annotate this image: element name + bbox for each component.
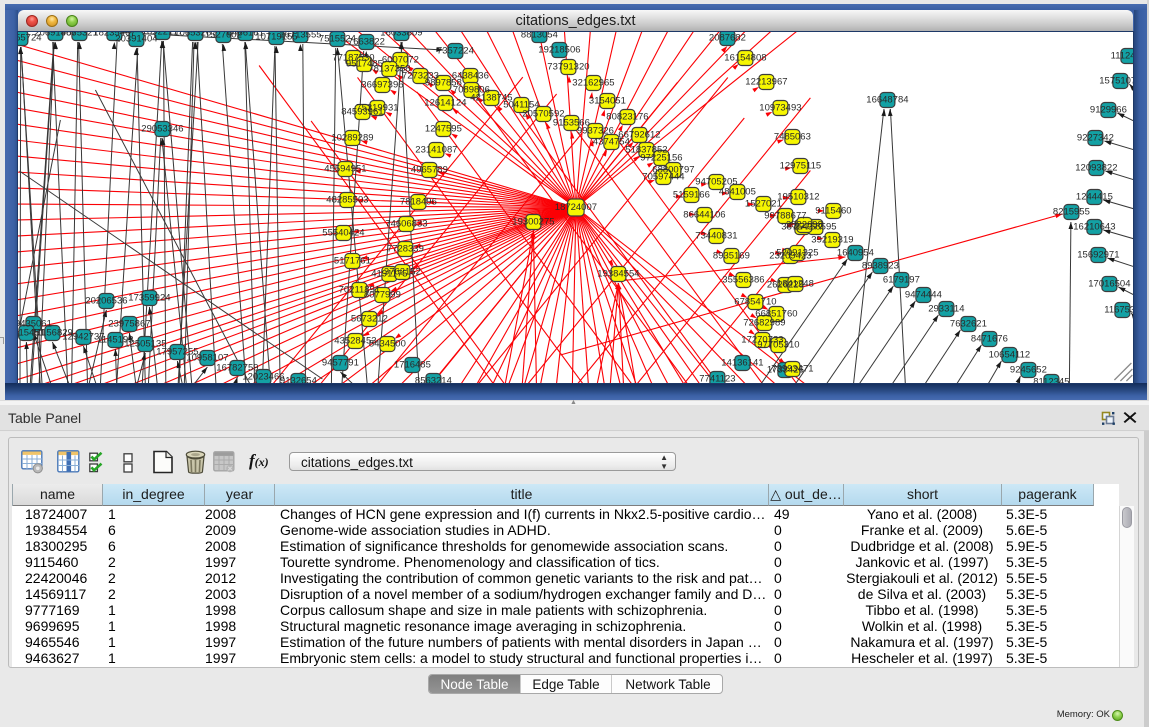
svg-text:97225156: 97225156 xyxy=(640,153,682,164)
svg-text:73440831: 73440831 xyxy=(695,231,737,242)
svg-text:16713555: 16713555 xyxy=(279,32,321,41)
svg-text:16154808: 16154808 xyxy=(724,53,766,64)
svg-text:23975867: 23975867 xyxy=(108,319,150,330)
svg-text:15751074: 15751074 xyxy=(1099,76,1134,87)
svg-text:48285503: 48285503 xyxy=(326,195,368,206)
svg-text:10973493: 10973493 xyxy=(759,103,801,114)
svg-text:5673212: 5673212 xyxy=(351,314,388,325)
svg-text:7485063: 7485063 xyxy=(774,132,811,143)
svg-text:73791320: 73791320 xyxy=(547,62,589,73)
svg-text:97705310: 97705310 xyxy=(757,340,799,351)
svg-text:7357224: 7357224 xyxy=(437,46,474,57)
svg-text:16033809: 16033809 xyxy=(380,32,422,39)
svg-text:3154051: 3154051 xyxy=(589,96,626,107)
svg-text:12213967: 12213967 xyxy=(745,77,787,88)
svg-text:2087682: 2087682 xyxy=(709,33,746,44)
svg-text:8563214: 8563214 xyxy=(415,376,452,383)
svg-text:2933114: 2933114 xyxy=(928,304,964,315)
svg-text:1244415: 1244415 xyxy=(1076,192,1113,203)
svg-text:45594951: 45594951 xyxy=(324,164,366,175)
svg-text:36697396: 36697396 xyxy=(361,80,403,91)
svg-text:74606833: 74606833 xyxy=(385,219,427,230)
svg-text:10654112: 10654112 xyxy=(988,350,1029,361)
svg-text:19218506: 19218506 xyxy=(538,45,580,56)
svg-text:9474444: 9474444 xyxy=(905,290,942,301)
svg-text:12975115: 12975115 xyxy=(779,161,821,172)
svg-text:67854710: 67854710 xyxy=(734,297,776,308)
svg-text:7632621: 7632621 xyxy=(950,319,987,330)
svg-text:29053346: 29053346 xyxy=(141,124,183,135)
svg-text:19510312: 19510312 xyxy=(777,192,819,203)
svg-text:12093822: 12093822 xyxy=(1075,163,1117,174)
svg-text:2022698: 2022698 xyxy=(786,220,823,231)
svg-text:9457791: 9457791 xyxy=(322,358,359,369)
svg-text:17016504: 17016504 xyxy=(1088,279,1130,290)
svg-text:39219319: 39219319 xyxy=(811,235,853,246)
svg-text:5159166: 5159166 xyxy=(673,190,710,201)
svg-text:23141087: 23141087 xyxy=(415,145,457,156)
svg-text:16210643: 16210643 xyxy=(1073,222,1115,233)
svg-text:35556386: 35556386 xyxy=(722,275,764,286)
svg-text:9129966: 9129966 xyxy=(1090,105,1127,116)
svg-text:1112456: 1112456 xyxy=(1110,51,1133,62)
svg-text:1841248: 1841248 xyxy=(777,279,814,290)
svg-text:8813054: 8813054 xyxy=(521,32,558,41)
svg-text:15692971: 15692971 xyxy=(1077,250,1119,261)
svg-text:6179197: 6179197 xyxy=(883,275,920,286)
svg-text:1167534: 1167534 xyxy=(1104,305,1134,316)
svg-text:9227342: 9227342 xyxy=(1077,133,1114,144)
svg-text:86644106: 86644106 xyxy=(683,210,725,221)
svg-text:16648784: 16648784 xyxy=(866,95,908,106)
svg-text:5171761: 5171761 xyxy=(334,256,371,267)
svg-text:4965789: 4965789 xyxy=(411,165,448,176)
svg-text:80823176: 80823176 xyxy=(606,112,648,123)
svg-text:12023466: 12023466 xyxy=(242,372,284,383)
svg-text:9937326: 9937326 xyxy=(577,126,614,137)
svg-text:20206536: 20206536 xyxy=(85,296,127,307)
svg-text:9132654: 9132654 xyxy=(280,376,317,383)
svg-text:1716485: 1716485 xyxy=(394,360,431,371)
svg-text:8215955: 8215955 xyxy=(1053,207,1090,218)
svg-text:75319931: 75319931 xyxy=(356,103,398,114)
svg-text:12614124: 12614124 xyxy=(424,98,466,109)
svg-text:9245652: 9245652 xyxy=(1010,365,1047,376)
svg-text:32162965: 32162965 xyxy=(572,78,614,89)
svg-text:18724007: 18724007 xyxy=(554,202,596,213)
svg-text:8112345: 8112345 xyxy=(1033,377,1069,383)
svg-text:72682989: 72682989 xyxy=(743,318,785,329)
svg-text:8938923: 8938923 xyxy=(862,261,899,272)
svg-text:8077999: 8077999 xyxy=(364,290,401,301)
svg-text:70597444: 70597444 xyxy=(642,172,684,183)
svg-text:52091325: 52091325 xyxy=(776,248,818,259)
svg-text:17359924: 17359924 xyxy=(128,293,170,304)
svg-text:8935169: 8935169 xyxy=(713,251,750,262)
svg-text:8434500: 8434500 xyxy=(369,339,406,350)
svg-text:19384554: 19384554 xyxy=(597,269,639,280)
svg-text:1247595: 1247595 xyxy=(425,124,462,135)
svg-text:1640954: 1640954 xyxy=(837,248,874,259)
svg-text:6438436: 6438436 xyxy=(452,71,489,82)
svg-text:73993471: 73993471 xyxy=(771,364,813,375)
svg-text:7728339: 7728339 xyxy=(387,244,424,255)
svg-text:3762152: 3762152 xyxy=(384,267,421,278)
svg-text:19300275: 19300275 xyxy=(512,217,554,228)
svg-text:14136141: 14136141 xyxy=(721,358,763,369)
svg-text:4841005: 4841005 xyxy=(719,187,756,198)
svg-text:7818496: 7818496 xyxy=(400,197,437,208)
svg-text:9115460: 9115460 xyxy=(815,206,851,217)
svg-text:7741123: 7741123 xyxy=(699,374,735,383)
svg-text:55540424: 55540424 xyxy=(322,228,364,239)
svg-text:8471676: 8471676 xyxy=(971,334,1008,345)
svg-text:10289289: 10289289 xyxy=(331,133,373,144)
